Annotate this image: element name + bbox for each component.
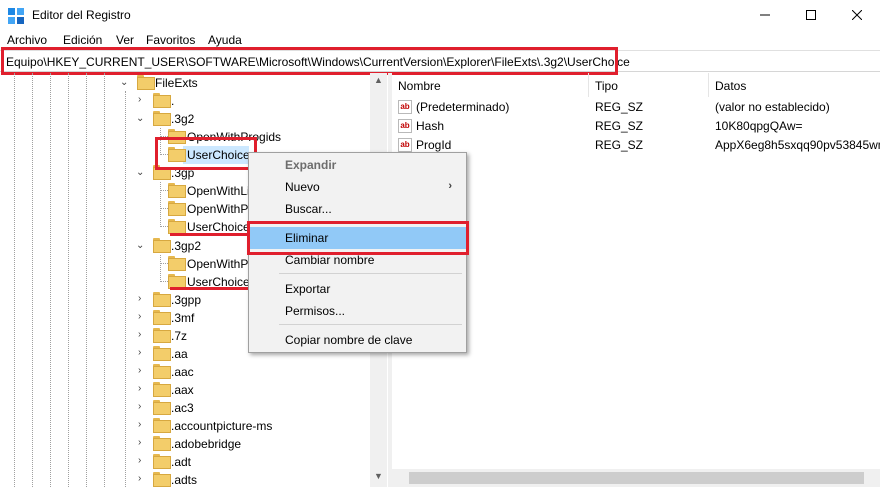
folder-icon	[153, 418, 171, 433]
menu-item-exportar[interactable]: Exportar	[249, 278, 466, 300]
chevron-right-icon[interactable]: ›	[138, 420, 147, 430]
value-row[interactable]: ab Hash REG_SZ 10K80qpgQAw=	[392, 117, 880, 136]
tree-node-ac3[interactable]: › .ac3	[0, 399, 370, 417]
menu-ayuda[interactable]: Ayuda	[208, 33, 242, 47]
folder-icon	[168, 274, 186, 289]
folder-icon	[153, 400, 171, 415]
chevron-right-icon[interactable]: ›	[138, 474, 147, 484]
tree-node-dot[interactable]: › .	[0, 92, 370, 110]
folder-icon	[153, 238, 171, 253]
folder-icon	[153, 454, 171, 469]
folder-icon	[153, 382, 171, 397]
close-icon	[852, 10, 862, 20]
maximize-icon	[806, 10, 816, 20]
value-row[interactable]: ab (Predeterminado) REG_SZ (valor no est…	[392, 98, 880, 117]
chevron-right-icon[interactable]: ›	[138, 330, 147, 340]
list-scrollbar[interactable]	[392, 469, 880, 487]
chevron-right-icon[interactable]: ›	[138, 95, 147, 105]
folder-icon	[153, 292, 171, 307]
chevron-right-icon[interactable]: ›	[138, 366, 147, 376]
chevron-right-icon: ›	[448, 180, 452, 192]
userchoice-underline	[170, 287, 250, 290]
chevron-down-icon[interactable]: ⌄	[136, 168, 145, 178]
folder-icon	[153, 328, 171, 343]
chevron-down-icon[interactable]: ⌄	[136, 241, 145, 251]
minimize-icon	[760, 14, 770, 16]
chevron-right-icon[interactable]: ›	[138, 348, 147, 358]
folder-icon	[153, 472, 171, 487]
regedit-icon	[8, 8, 24, 24]
menu-item-nuevo[interactable]: Nuevo ›	[249, 176, 466, 198]
chevron-right-icon[interactable]: ›	[138, 438, 147, 448]
tree-node-aax[interactable]: › .aax	[0, 381, 370, 399]
scroll-up-icon[interactable]: ▲	[374, 75, 383, 85]
window-title: Editor del Registro	[32, 8, 131, 22]
chevron-down-icon[interactable]: ⌄	[136, 114, 145, 124]
folder-icon	[153, 364, 171, 379]
folder-icon	[153, 436, 171, 451]
minimize-button[interactable]	[742, 0, 788, 30]
maximize-button[interactable]	[788, 0, 834, 30]
close-button[interactable]	[834, 0, 880, 30]
menu-archivo[interactable]: Archivo	[7, 33, 47, 47]
tree-node-adts[interactable]: › .adts	[0, 471, 370, 487]
tree-node-aac[interactable]: › .aac	[0, 363, 370, 381]
menu-ver[interactable]: Ver	[116, 33, 134, 47]
chevron-right-icon[interactable]: ›	[138, 312, 147, 322]
menu-item-permisos[interactable]: Permisos...	[249, 300, 466, 322]
tree-node-adt[interactable]: › .adt	[0, 453, 370, 471]
folder-icon	[153, 111, 171, 126]
string-value-icon: ab	[398, 100, 412, 114]
tree-node-adobebridge[interactable]: › .adobebridge	[0, 435, 370, 453]
chevron-right-icon[interactable]: ›	[138, 456, 147, 466]
chevron-right-icon[interactable]: ›	[138, 294, 147, 304]
folder-icon	[137, 75, 155, 90]
eliminar-highlight-box	[247, 221, 469, 255]
column-header-data[interactable]: Datos	[715, 73, 746, 97]
scrollbar-thumb[interactable]	[409, 472, 864, 484]
menu-item-expandir[interactable]: Expandir	[249, 154, 466, 176]
chevron-right-icon[interactable]: ›	[138, 384, 147, 394]
address-highlight-box	[1, 47, 618, 75]
tree-node-accountpicture-ms[interactable]: › .accountpicture-ms	[0, 417, 370, 435]
menu-edicion[interactable]: Edición	[63, 33, 102, 47]
chevron-down-icon[interactable]: ⌄	[120, 78, 129, 88]
menu-favoritos[interactable]: Favoritos	[146, 33, 195, 47]
folder-icon	[168, 183, 186, 198]
folder-icon	[153, 346, 171, 361]
tree-node-3g2[interactable]: ⌄ .3g2	[0, 110, 370, 128]
userchoice-underline	[170, 233, 250, 236]
column-header-type[interactable]: Tipo	[595, 73, 618, 97]
menu-item-copiar-nombre-clave[interactable]: Copiar nombre de clave	[249, 329, 466, 351]
string-value-icon: ab	[398, 138, 412, 152]
folder-icon	[153, 93, 171, 108]
folder-icon	[153, 310, 171, 325]
tree-node-fileexts[interactable]: ⌄ FileExts	[0, 74, 370, 92]
folder-icon	[168, 201, 186, 216]
column-header-name[interactable]: Nombre	[398, 73, 441, 97]
string-value-icon: ab	[398, 119, 412, 133]
folder-icon	[168, 219, 186, 234]
userchoice-highlight-box	[155, 137, 257, 170]
scroll-down-icon[interactable]: ▼	[374, 471, 383, 481]
title-bar: Editor del Registro	[0, 0, 880, 30]
menu-item-buscar[interactable]: Buscar...	[249, 198, 466, 220]
chevron-right-icon[interactable]: ›	[138, 402, 147, 412]
folder-icon	[168, 256, 186, 271]
